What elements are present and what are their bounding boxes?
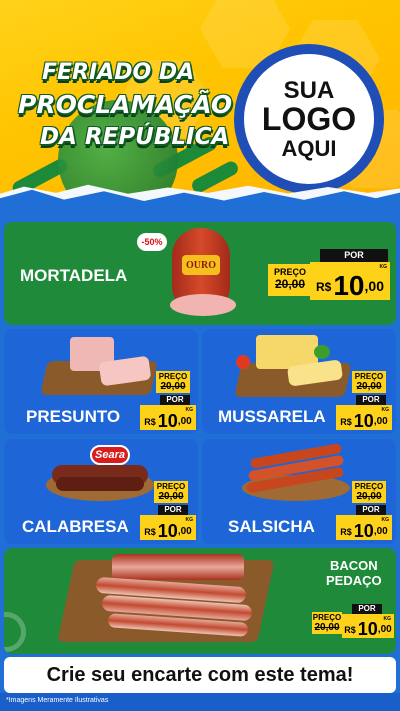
old-price-box: PREÇO 20,00 <box>154 481 188 503</box>
unit-kg: KG <box>381 407 390 413</box>
preco-label: PREÇO <box>354 482 384 491</box>
preco-label: PREÇO <box>156 482 186 491</box>
product-name: PRESUNTO <box>26 407 121 426</box>
preco-label: PREÇO <box>312 613 342 622</box>
product-name: MORTADELA <box>20 266 128 285</box>
current-price: R$ 10 ,00 KG <box>310 262 390 300</box>
logo-text-1: SUA <box>283 77 335 105</box>
banner-text: Crie seu encarte com este tema! <box>46 663 354 686</box>
price-cents: ,00 <box>177 526 192 537</box>
old-price: 20,00 <box>314 622 340 633</box>
currency: R$ <box>340 417 352 427</box>
product-name: CALABRESA <box>22 517 129 536</box>
current-price: R$ 10 ,00 KG <box>140 405 196 430</box>
old-price-box: PREÇO 20,00 <box>352 481 386 503</box>
current-price: R$ 10 ,00 KG <box>342 614 394 638</box>
old-price: 20,00 <box>356 381 382 392</box>
por-label: POR <box>352 604 382 614</box>
current-price: R$ 10 ,00 KG <box>336 405 392 430</box>
currency: R$ <box>344 625 356 635</box>
price-cents: ,00 <box>177 416 192 427</box>
logo-circle: SUA LOGO AQUI <box>240 50 378 188</box>
unit-kg: KG <box>379 264 388 270</box>
currency: R$ <box>144 527 156 537</box>
old-price: 20,00 <box>356 491 382 502</box>
disclaimer: *Imagens Meramente Ilustrativas <box>6 697 109 704</box>
price-cents: ,00 <box>373 526 388 537</box>
product-name: MUSSARELA <box>218 407 326 426</box>
price-int: 10 <box>353 411 374 431</box>
brand-logo: Seara <box>90 445 130 465</box>
unit-kg: KG <box>185 407 194 413</box>
currency: R$ <box>340 527 352 537</box>
preco-label: PREÇO <box>273 267 306 277</box>
product-name-line-2: PEDAÇO <box>326 573 382 588</box>
mortadela-slices <box>170 294 236 316</box>
product-card-presunto: PRESUNTO PREÇO 20,00 POR R$ 10 ,00 KG <box>4 329 198 434</box>
unit-kg: KG <box>381 517 390 523</box>
event-title-badge: FERIADO DA PROCLAMAÇÃO DA REPÚBLICA <box>18 40 232 215</box>
por-label: POR <box>320 249 388 262</box>
product-name: SALSICHA <box>228 517 315 536</box>
current-price: R$ 10 ,00 KG <box>336 515 392 540</box>
decorative-circle <box>4 612 26 652</box>
current-price: R$ 10 ,00 KG <box>140 515 196 540</box>
sausage-image <box>56 477 144 491</box>
product-card-mussarela: MUSSARELA PREÇO 20,00 POR R$ 10 ,00 KG <box>202 329 396 434</box>
price-int: 10 <box>157 411 178 431</box>
logo-text-2: LOGO <box>261 101 357 138</box>
bacon-slab-image <box>112 554 244 580</box>
brand-label: OURO <box>182 255 220 275</box>
old-price: 20,00 <box>160 381 186 392</box>
product-card-calabresa: Seara CALABRESA PREÇO 20,00 POR R$ 10 ,0… <box>4 439 198 544</box>
product-name: BACON PEDAÇO <box>326 558 382 588</box>
preco-label: PREÇO <box>158 372 188 381</box>
price-cents: ,00 <box>373 416 388 427</box>
por-label: POR <box>160 395 190 405</box>
discount-badge: -50% <box>137 233 167 251</box>
por-label: POR <box>356 395 386 405</box>
price-cents: ,00 <box>377 624 392 635</box>
product-card-bacon: BACON PEDAÇO PREÇO 20,00 POR R$ 10 ,00 K… <box>4 548 396 654</box>
price-int: 10 <box>333 270 365 301</box>
header: FERIADO DA PROCLAMAÇÃO DA REPÚBLICA SUA … <box>0 0 400 215</box>
old-price-box: PREÇO 20,00 <box>156 371 190 393</box>
logo-text-3: AQUI <box>281 135 337 161</box>
old-price-box: PREÇO 20,00 <box>312 612 342 634</box>
basil-image <box>314 345 330 359</box>
old-price-box: PREÇO 20,00 <box>352 371 386 393</box>
product-name-line-1: BACON <box>329 558 378 573</box>
preco-label: PREÇO <box>354 372 384 381</box>
tomato-image <box>236 355 250 369</box>
old-price-box: PREÇO 20,00 <box>268 264 312 296</box>
old-price: 20,00 <box>274 277 306 291</box>
price-int: 10 <box>353 521 374 541</box>
por-label: POR <box>356 505 386 515</box>
price-int: 10 <box>157 521 178 541</box>
unit-kg: KG <box>383 616 392 622</box>
title-line-3: DA REPÚBLICA <box>40 124 230 150</box>
title-line-2: PROCLAMAÇÃO <box>18 90 233 119</box>
currency: R$ <box>316 280 332 294</box>
title-line-1: FERIADO DA <box>42 60 195 85</box>
old-price: 20,00 <box>158 491 184 502</box>
product-card-salsicha: SALSICHA PREÇO 20,00 POR R$ 10 ,00 KG <box>202 439 396 544</box>
unit-kg: KG <box>185 517 194 523</box>
price-int: 10 <box>357 619 378 639</box>
logo-placeholder: SUA LOGO AQUI <box>234 44 384 194</box>
currency: R$ <box>144 417 156 427</box>
por-label: POR <box>158 505 188 515</box>
call-to-action-banner[interactable]: Crie seu encarte com este tema! <box>4 657 396 693</box>
price-cents: ,00 <box>364 278 384 294</box>
